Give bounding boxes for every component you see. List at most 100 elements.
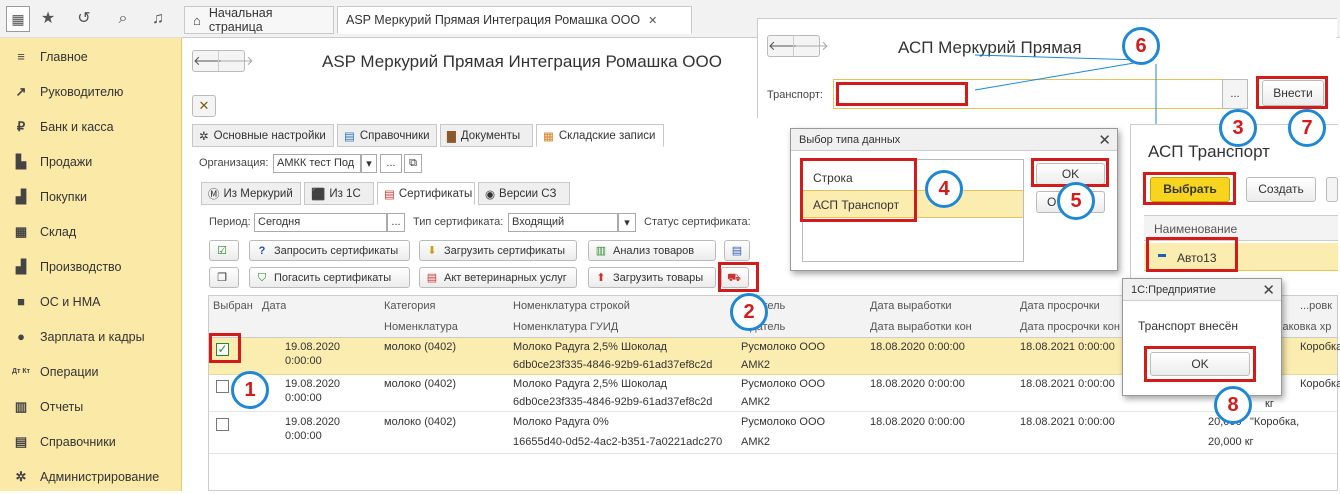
- analyze-goods-button[interactable]: ▥ Анализ товаров: [588, 240, 716, 261]
- sidebar-item-main[interactable]: ≡ Главное: [0, 39, 182, 74]
- onec-icon: ⬛: [311, 188, 326, 201]
- more-button[interactable]: [1326, 177, 1338, 202]
- bell-icon[interactable]: ♫: [148, 9, 168, 29]
- sidebar-item-purchases[interactable]: ▟ Покупки: [0, 179, 182, 214]
- cert-type-field[interactable]: Входящий: [508, 213, 618, 232]
- row-checkbox[interactable]: [216, 380, 229, 393]
- button-label: Запросить сертификаты: [274, 244, 399, 257]
- highlight-transport-input: [836, 82, 968, 106]
- load-goods-button[interactable]: ⬆ Загрузить товары: [588, 267, 716, 288]
- page-title: ASP Меркурий Прямая Интеграция Ромашка О…: [322, 52, 722, 71]
- select-dots-button[interactable]: ...: [380, 154, 402, 173]
- sidebar-item-salary[interactable]: ● Зарплата и кадры: [0, 319, 182, 354]
- tab-label: Начальная страница: [208, 6, 273, 34]
- sidebar-item-production[interactable]: ▟ Производство: [0, 249, 182, 284]
- forward-arrow-icon[interactable]: 🡒: [793, 36, 829, 56]
- column-header[interactable]: Дата просрочки: [1020, 300, 1100, 312]
- truck-icon: ■: [17, 294, 25, 309]
- cell-sender: Русмолоко ООО: [741, 416, 826, 428]
- dtkt-icon: Дт Кт: [11, 367, 31, 375]
- tab-warehouse-records[interactable]: ▦ Складские записи: [536, 124, 664, 147]
- load-certs-button[interactable]: ⬇ Загрузить сертификаты: [419, 240, 577, 261]
- highlight-select-button: [1143, 172, 1236, 205]
- history-icon[interactable]: ↺: [74, 9, 94, 29]
- column-header[interactable]: Номенклатура: [384, 321, 458, 333]
- sidebar-item-label: Отчеты: [40, 399, 84, 414]
- print-button[interactable]: ▤: [724, 240, 750, 261]
- vet-act-button[interactable]: ▤ Акт ветеринарных услуг: [419, 267, 577, 288]
- tab-documents[interactable]: ▇ Документы: [440, 124, 533, 147]
- top-icon-bar: ▦ ★ ↺ ⌕ ♫: [0, 0, 182, 38]
- subtab-certificates[interactable]: ▤ Сертификаты: [377, 182, 475, 205]
- tools-icon[interactable]: ✕: [192, 95, 216, 117]
- column-header[interactable]: Дата: [262, 300, 286, 312]
- repay-certs-button[interactable]: ⛉ Погасить сертификаты: [249, 267, 410, 288]
- chevron-down-icon[interactable]: ▾: [361, 154, 377, 173]
- cell-quantity: 20,000 кг: [1208, 436, 1254, 448]
- select-all-button[interactable]: ☑: [209, 240, 239, 261]
- chart-icon: ▥: [595, 244, 607, 257]
- column-header[interactable]: Номенклатура ГУИД: [513, 321, 618, 333]
- message-text: Транспорт внесён: [1138, 319, 1239, 333]
- sidebar-item-label: Руководителю: [40, 84, 124, 99]
- period-label: Период:: [209, 216, 251, 228]
- sidebar-item-manager[interactable]: ↗ Руководителю: [0, 74, 182, 109]
- column-header[interactable]: Категория: [384, 300, 435, 312]
- trend-icon: ↗: [15, 83, 27, 99]
- subtab-from-1c[interactable]: ⬛ Из 1С: [304, 182, 374, 205]
- tab-label: Из Меркурий: [223, 187, 293, 200]
- sidebar-item-reports[interactable]: ▥ Отчеты: [0, 389, 182, 424]
- column-header[interactable]: Дата выработки кон: [870, 321, 972, 333]
- mercury-icon: Ⓜ: [208, 188, 220, 201]
- back-arrow-icon[interactable]: 🡐: [193, 51, 228, 71]
- request-certs-button[interactable]: ? Запросить сертификаты: [249, 240, 410, 261]
- subtab-versions[interactable]: ◉ Версии СЗ: [478, 182, 570, 205]
- column-header[interactable]: Дата выработки: [870, 300, 952, 312]
- subtab-from-mercury[interactable]: Ⓜ Из Меркурий: [201, 182, 301, 205]
- row-checkbox[interactable]: [216, 418, 229, 431]
- tab-main-settings[interactable]: ✲ Основные настройки: [192, 124, 334, 147]
- apps-grid-icon[interactable]: ▦: [6, 6, 30, 32]
- tab-home[interactable]: ⌂ Начальная страница: [184, 6, 334, 34]
- sidebar-item-assets[interactable]: ■ ОС и НМА: [0, 284, 182, 319]
- copy-button[interactable]: ❐: [209, 267, 239, 288]
- cell-sender: Русмолоко ООО: [741, 341, 826, 353]
- close-icon[interactable]: ✕: [1262, 281, 1275, 299]
- cell-guid: 6db0ce23f335-4846-92b9-61ad37ef8c2d: [513, 396, 713, 408]
- sidebar-item-bank[interactable]: ₽ Банк и касса: [0, 109, 182, 144]
- search-icon[interactable]: ⌕: [113, 9, 133, 29]
- help-icon: ?: [258, 244, 266, 257]
- sidebar-item-catalogs[interactable]: ▤ Справочники: [0, 424, 182, 459]
- column-header[interactable]: Выбран: [213, 300, 253, 312]
- period-dots-button[interactable]: ...: [387, 213, 405, 232]
- tab-catalogs[interactable]: ▤ Справочники: [337, 124, 437, 147]
- sidebar-item-admin[interactable]: ✲ Администрирование: [0, 459, 182, 494]
- highlight-apply-button: [1256, 76, 1328, 109]
- close-icon[interactable]: ✕: [648, 14, 657, 27]
- open-icon[interactable]: ⧉: [404, 154, 422, 173]
- column-header[interactable]: Дата просрочки кон: [1020, 321, 1122, 333]
- period-field[interactable]: Сегодня: [254, 213, 387, 232]
- tab-document[interactable]: ASP Меркурий Прямая Интеграция Ромашка О…: [337, 6, 692, 34]
- callout-5: 5: [1057, 182, 1095, 220]
- download-icon: ⬇: [427, 244, 437, 257]
- create-button[interactable]: Создать: [1246, 177, 1316, 202]
- forward-arrow-icon[interactable]: 🡒: [218, 51, 254, 71]
- callout-2: 2: [730, 293, 768, 331]
- star-icon[interactable]: ★: [38, 9, 58, 29]
- tab-label: Справочники: [359, 129, 430, 142]
- sidebar-item-warehouse[interactable]: ▦ Склад: [0, 214, 182, 249]
- callout-3: 3: [1219, 109, 1257, 147]
- column-header[interactable]: Номенклатура строкой: [513, 300, 630, 312]
- sidebar-item-label: Зарплата и кадры: [40, 329, 145, 344]
- close-icon[interactable]: ✕: [1098, 131, 1111, 149]
- sidebar-item-operations[interactable]: Дт Кт Операции: [0, 354, 182, 389]
- sidebar-item-sales[interactable]: ▙ Продажи: [0, 144, 182, 179]
- chevron-down-icon[interactable]: ▾: [618, 213, 636, 232]
- org-field[interactable]: АМКК тест Под: [273, 154, 361, 173]
- column-header[interactable]: ...ровк: [1300, 300, 1332, 312]
- cell-sender: АМК2: [741, 436, 771, 448]
- back-arrow-icon[interactable]: 🡐: [768, 36, 803, 56]
- sidebar-item-label: Администрирование: [40, 469, 160, 484]
- button-label: Погасить сертификаты: [274, 271, 392, 284]
